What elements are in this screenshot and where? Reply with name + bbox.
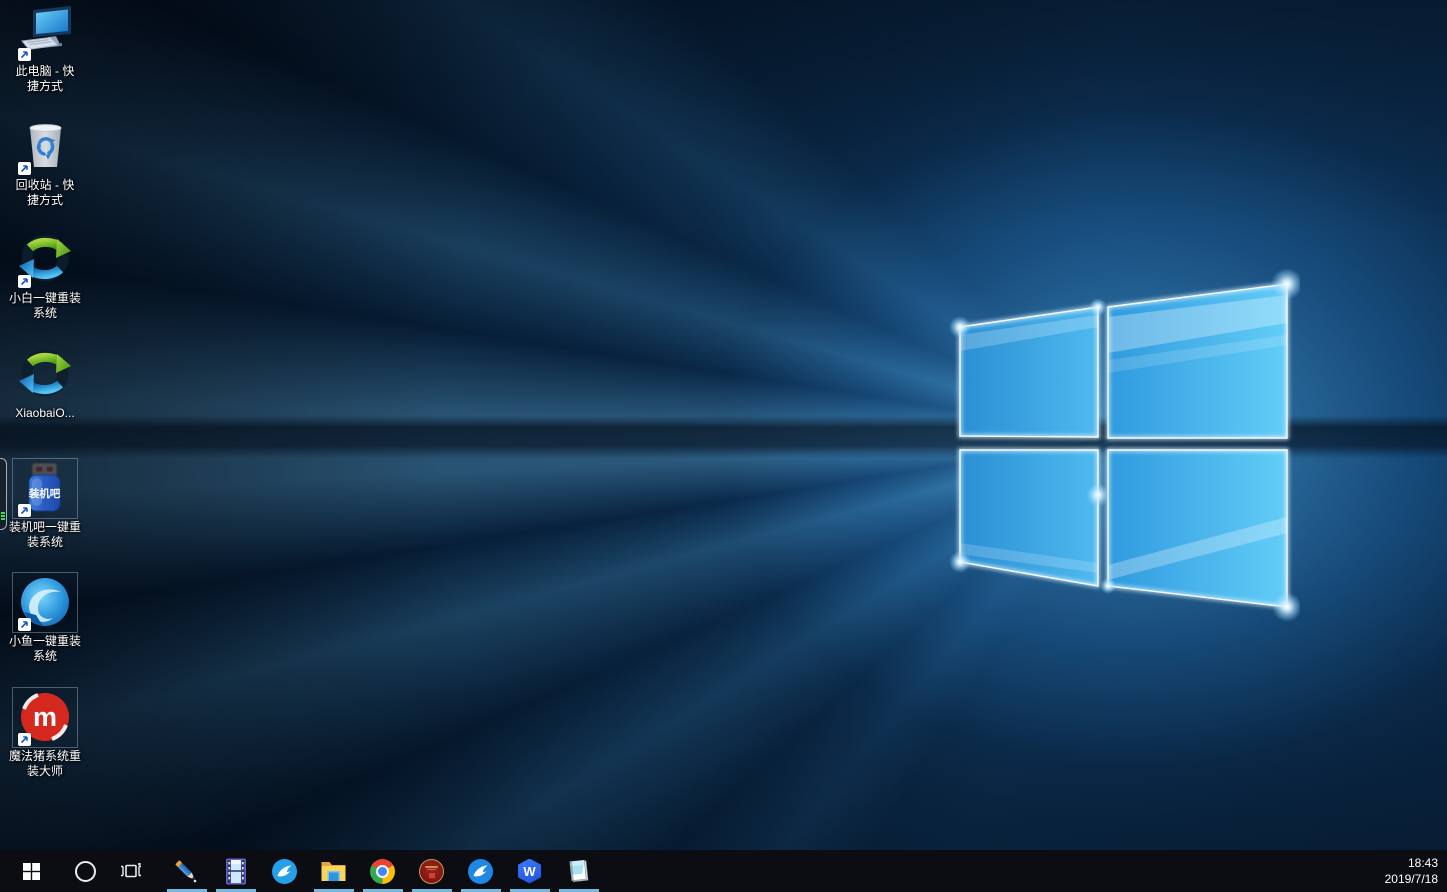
desktop: 此电脑 - 快捷方式: [0, 0, 1447, 892]
icon-label: 回收站 - 快捷方式: [0, 178, 90, 208]
desktop-icon-zhuangjiba-reinstall[interactable]: 装机吧 装机吧一键重装系统: [0, 460, 90, 550]
taskbar-video-film-app[interactable]: [211, 850, 260, 892]
wps-icon: W: [517, 859, 542, 884]
taskbar: W 18:43 2019/7/18: [0, 850, 1447, 892]
notepad-icon: [565, 858, 592, 885]
recycle-arrows-icon: [16, 346, 74, 404]
task-view-button[interactable]: [108, 850, 154, 892]
shortcut-arrow-badge: [18, 275, 31, 288]
shortcut-arrow-badge: [18, 162, 31, 175]
clock-time: 18:43: [1385, 855, 1438, 871]
red-seal-icon: [419, 859, 444, 884]
taskbar-pencil-app[interactable]: [162, 850, 211, 892]
folder-icon: [320, 859, 347, 883]
chrome-icon: [370, 859, 395, 884]
wing-icon: [468, 859, 493, 884]
icon-label: 小白一键重装系统: [0, 291, 90, 321]
taskbar-notepad[interactable]: [554, 850, 603, 892]
taskbar-wing-messenger[interactable]: [456, 850, 505, 892]
desktop-icon-mofazhu-reinstall[interactable]: m 魔法猪系统重装大师: [0, 689, 90, 779]
desktop-icon-xiaoyu-reinstall[interactable]: 小鱼一键重装系统: [0, 574, 90, 664]
taskbar-wps-office[interactable]: W: [505, 850, 554, 892]
desktop-icon-this-pc[interactable]: 此电脑 - 快捷方式: [0, 4, 90, 94]
svg-text:m: m: [33, 702, 57, 732]
start-button[interactable]: [9, 850, 54, 892]
windows-logo-wallpaper: [940, 265, 1300, 625]
taskbar-chrome[interactable]: [358, 850, 407, 892]
taskbar-wing-messenger-light[interactable]: [260, 850, 309, 892]
desktop-icon-xiaobai-online[interactable]: XiaobaiO...: [0, 346, 90, 421]
cortana-circle-icon: [75, 861, 96, 882]
icon-label: 装机吧一键重装系统: [0, 520, 90, 550]
taskbar-file-explorer[interactable]: [309, 850, 358, 892]
windows-start-icon: [23, 863, 40, 880]
shortcut-arrow-badge: [18, 618, 31, 631]
icon-label: 此电脑 - 快捷方式: [0, 64, 90, 94]
icon-label: XiaobaiO...: [0, 406, 90, 421]
shortcut-arrow-badge: [18, 48, 31, 61]
desktop-icon-recycle-bin[interactable]: 回收站 - 快捷方式: [0, 118, 90, 208]
icon-label: 魔法猪系统重装大师: [0, 749, 90, 779]
wing-icon: [272, 859, 297, 884]
shortcut-arrow-badge: [18, 504, 31, 517]
svg-text:装机吧: 装机吧: [28, 487, 61, 500]
clock-date: 2019/7/18: [1385, 871, 1438, 887]
cortana-button[interactable]: [62, 850, 108, 892]
desktop-icon-xiaobai-reinstall[interactable]: 小白一键重装系统: [0, 231, 90, 321]
icon-label: 小鱼一键重装系统: [0, 634, 90, 664]
film-strip-icon: [223, 858, 249, 885]
taskbar-clock[interactable]: 18:43 2019/7/18: [1385, 850, 1438, 892]
pencil-icon: [173, 858, 200, 885]
wps-letter: W: [523, 864, 535, 879]
taskbar-red-seal-app[interactable]: [407, 850, 456, 892]
shortcut-arrow-badge: [18, 733, 31, 746]
task-view-icon: [120, 862, 142, 880]
